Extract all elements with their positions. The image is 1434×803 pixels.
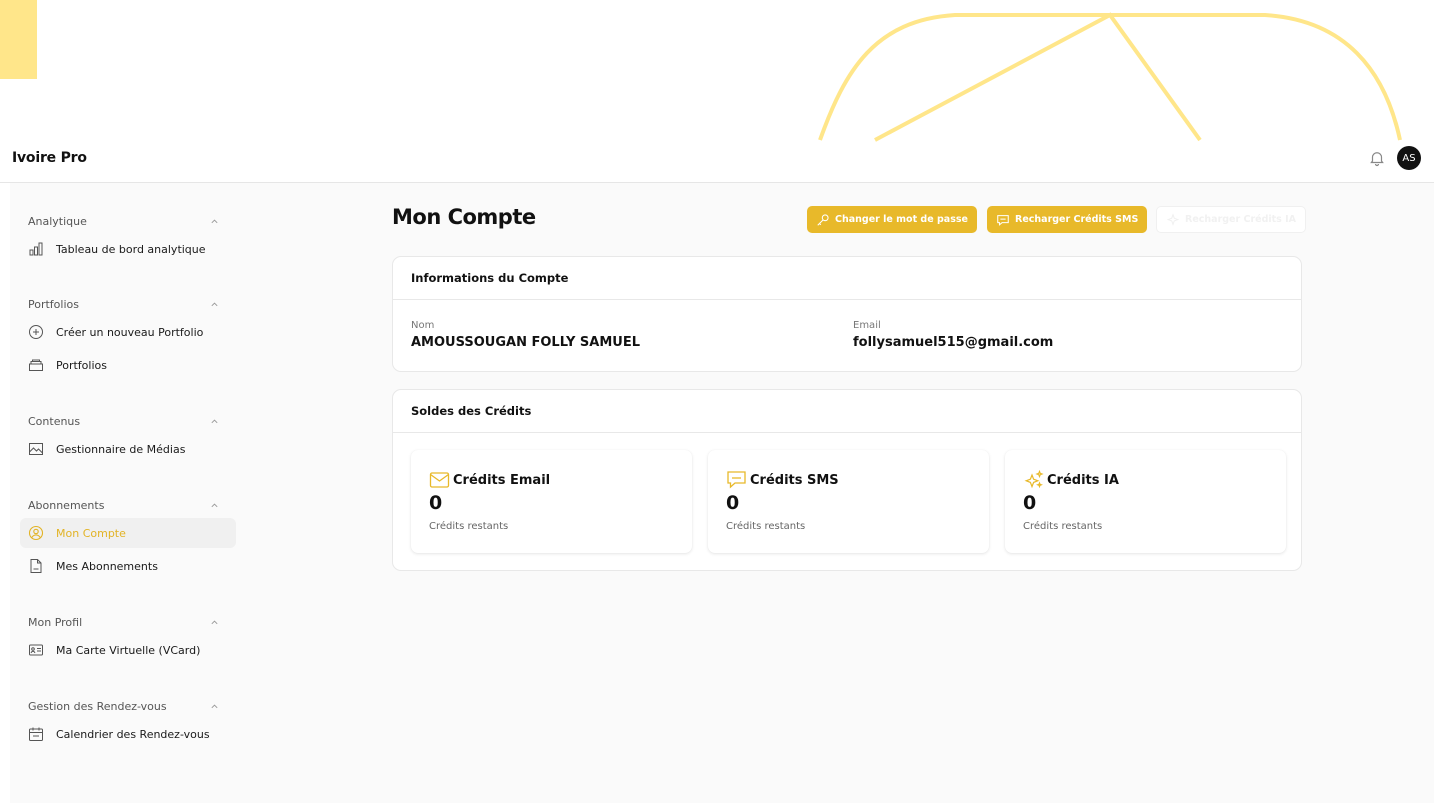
account-info-card: Informations du Compte Nom AMOUSSOUGAN F… [392, 256, 1302, 372]
mail-icon [429, 472, 450, 488]
credit-ia-box: Crédits IA 0 Crédits restants [1005, 450, 1286, 553]
user-circle-icon [28, 525, 44, 541]
image-icon [29, 443, 43, 455]
sidebar-item-tableau-de-bord[interactable]: Tableau de bord analytique [20, 234, 236, 264]
card-header: Informations du Compte [393, 257, 1301, 300]
recharge-sms-button[interactable]: Recharger Crédits SMS [987, 206, 1148, 233]
card-header: Soldes des Crédits [393, 390, 1301, 433]
credit-subtitle: Crédits restants [726, 521, 806, 532]
bar-chart-icon [29, 242, 43, 256]
sidebar-item-vcard[interactable]: Ma Carte Virtuelle (VCard) [20, 635, 236, 665]
sidebar-section-header[interactable]: Abonnements [10, 495, 236, 515]
credit-title-label: Crédits SMS [750, 472, 839, 488]
recharge-ia-button[interactable]: Recharger Crédits IA [1156, 206, 1307, 233]
sidebar-item-label: Gestionnaire de Médias [56, 442, 186, 456]
sidebar-item-gestionnaire-medias[interactable]: Gestionnaire de Médias [20, 434, 236, 464]
sidebar-section-analytique: Analytique Tableau de bord analytique [10, 211, 236, 264]
decorative-corner-block [0, 0, 37, 79]
sidebar-section-title: Contenus [28, 414, 81, 428]
sidebar-section-header[interactable]: Contenus [10, 411, 236, 431]
key-icon [817, 213, 829, 226]
credit-title-label: Crédits Email [453, 472, 551, 488]
sidebar-section-title: Gestion des Rendez-vous [28, 699, 167, 713]
credit-value: 0 [726, 492, 740, 514]
name-label: Nom [411, 320, 435, 331]
sidebar-item-creer-portfolio[interactable]: Créer un nouveau Portfolio [20, 317, 236, 347]
sparkles-icon [1166, 212, 1180, 226]
sidebar-item-portfolios[interactable]: Portfolios [20, 350, 236, 380]
sidebar-item-label: Mon Compte [56, 526, 126, 540]
email-value: follysamuel515@gmail.com [853, 335, 1054, 350]
avatar[interactable]: AS [1397, 146, 1421, 170]
sidebar-section-mon-profil: Mon Profil Ma Carte Virtuelle (VCard) [10, 612, 236, 665]
chevron-up-icon[interactable] [210, 501, 219, 510]
sidebar-item-calendrier[interactable]: Calendrier des Rendez-vous [20, 719, 236, 749]
decorative-arch-graphic [818, 12, 1402, 142]
chevron-up-icon[interactable] [210, 300, 219, 309]
email-label: Email [853, 320, 881, 331]
sidebar-section-header[interactable]: Mon Profil [10, 612, 236, 632]
chat-icon [997, 214, 1009, 226]
sidebar-section-abonnements: Abonnements Mon Compte Mes Abonnements [10, 495, 236, 581]
button-label: Recharger Crédits IA [1185, 214, 1297, 225]
credit-email-box: Crédits Email 0 Crédits restants [411, 450, 692, 553]
credit-title: Crédits Email [429, 470, 550, 490]
sidebar-section-title: Mon Profil [28, 615, 83, 629]
credit-sms-box: Crédits SMS 0 Crédits restants [708, 450, 989, 553]
credit-value: 0 [429, 492, 443, 514]
credit-title-label: Crédits IA [1047, 472, 1119, 488]
id-card-icon [29, 644, 43, 656]
credit-subtitle: Crédits restants [1023, 521, 1103, 532]
sidebar-section-header[interactable]: Analytique [10, 211, 236, 231]
sidebar: Analytique Tableau de bord analytique Po… [10, 183, 236, 803]
button-label: Recharger Crédits SMS [1015, 214, 1139, 225]
bell-icon[interactable] [1368, 149, 1386, 167]
sidebar-section-title: Abonnements [28, 498, 105, 512]
sidebar-section-portfolios: Portfolios Créer un nouveau Portfolio Po… [10, 294, 236, 380]
chevron-up-icon[interactable] [210, 417, 219, 426]
credit-value: 0 [1023, 492, 1037, 514]
top-bar: Ivoire Pro AS [0, 142, 1434, 183]
chat-icon [727, 471, 746, 489]
sidebar-section-contenus: Contenus Gestionnaire de Médias [10, 411, 236, 464]
credits-card: Soldes des Crédits Crédits Email 0 Crédi… [392, 389, 1302, 571]
name-value: AMOUSSOUGAN FOLLY SAMUEL [411, 335, 640, 350]
sidebar-item-label: Ma Carte Virtuelle (VCard) [56, 643, 201, 657]
sidebar-section-header[interactable]: Gestion des Rendez-vous [10, 696, 236, 716]
document-icon [30, 559, 42, 573]
brand-logo[interactable]: Ivoire Pro [12, 150, 87, 166]
sidebar-item-mes-abonnements[interactable]: Mes Abonnements [20, 551, 236, 581]
sidebar-section-title: Portfolios [28, 297, 79, 311]
page-title: Mon Compte [392, 205, 536, 229]
folder-icon [29, 359, 43, 371]
chevron-up-icon[interactable] [210, 702, 219, 711]
button-label: Changer le mot de passe [835, 214, 968, 225]
sidebar-item-label: Calendrier des Rendez-vous [56, 727, 210, 741]
chevron-up-icon[interactable] [210, 217, 219, 226]
sidebar-section-header[interactable]: Portfolios [10, 294, 236, 314]
credit-subtitle: Crédits restants [429, 521, 509, 532]
change-password-button[interactable]: Changer le mot de passe [807, 206, 977, 233]
calendar-icon [29, 727, 43, 741]
sidebar-item-label: Tableau de bord analytique [56, 242, 206, 256]
sidebar-section-rendez-vous: Gestion des Rendez-vous Calendrier des R… [10, 696, 236, 749]
credit-title: Crédits IA [1023, 470, 1119, 490]
sidebar-item-label: Créer un nouveau Portfolio [56, 325, 204, 339]
sidebar-item-label: Portfolios [56, 358, 107, 372]
chevron-up-icon[interactable] [210, 618, 219, 627]
sparkles-icon [1024, 470, 1044, 489]
sidebar-item-label: Mes Abonnements [56, 559, 158, 573]
sidebar-item-mon-compte[interactable]: Mon Compte [20, 518, 236, 548]
sidebar-section-title: Analytique [28, 214, 87, 228]
credit-title: Crédits SMS [726, 470, 839, 490]
plus-circle-icon [29, 325, 43, 339]
